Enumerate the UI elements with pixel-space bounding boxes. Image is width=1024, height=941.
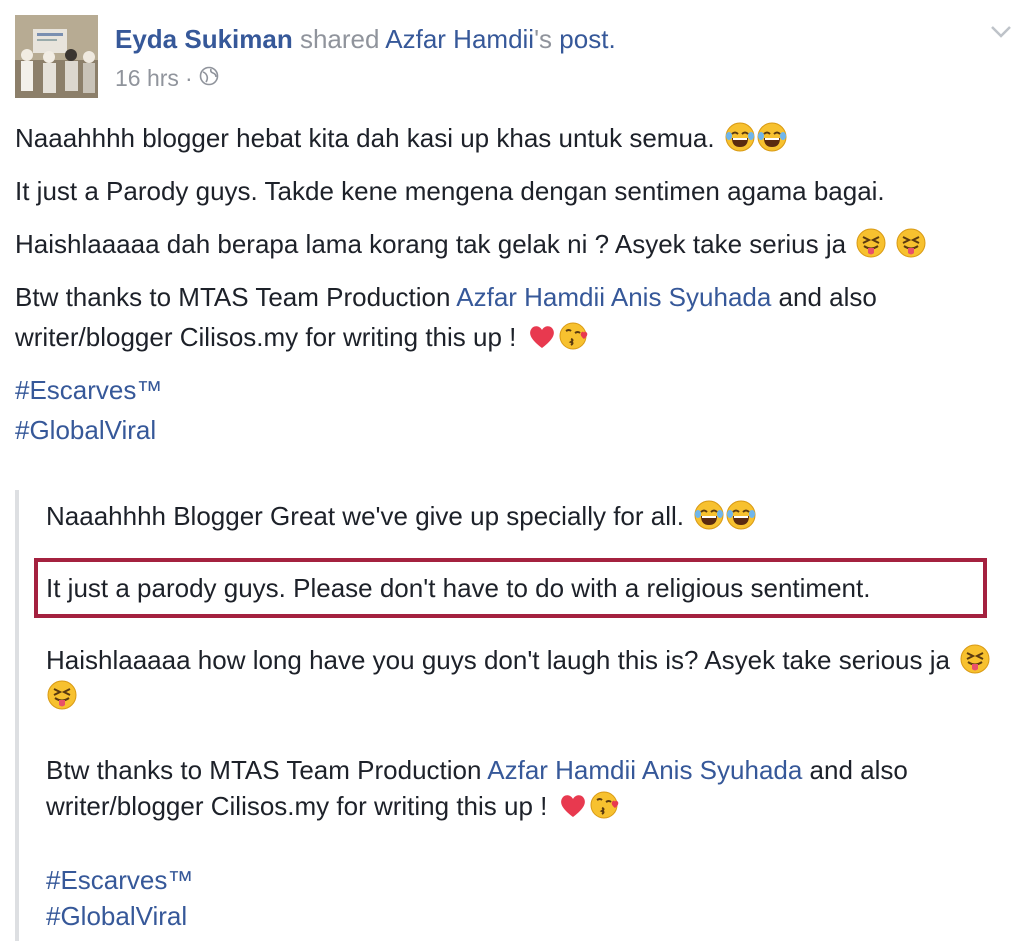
post-paragraph: It just a Parody guys. Takde kene mengen… <box>15 171 1010 211</box>
tears-of-joy-emoji <box>693 499 725 531</box>
translation-line: Haishlaaaaa how long have you guys don't… <box>46 642 1011 714</box>
post-header: Eyda Sukiman shared Azfar Hamdii's post.… <box>15 15 1015 100</box>
translation-line: Naaahhhh Blogger Great we've give up spe… <box>46 498 1011 534</box>
shared-label: shared <box>299 24 380 54</box>
post-title-line: Eyda Sukiman shared Azfar Hamdii's post. <box>115 23 616 55</box>
post-meta: 16 hrs · <box>115 65 219 92</box>
translation-line: It just a parody guys. Please don't have… <box>46 570 1011 606</box>
post-text: Btw thanks to MTAS Team Production <box>15 282 457 312</box>
tears-of-joy-emoji <box>756 121 788 153</box>
translation-text: Naaahhhh Blogger Great we've give up spe… <box>46 501 684 531</box>
translation-text: Haishlaaaaa how long have you guys don't… <box>46 645 950 675</box>
hashtag-globalviral-link[interactable]: #GlobalViral <box>15 410 1010 450</box>
blowing-kiss-emoji <box>558 320 590 352</box>
hashtag-list: #Escarves™ #GlobalViral <box>46 862 1011 934</box>
timestamp-link[interactable]: 16 hrs <box>115 65 179 92</box>
avatar[interactable] <box>15 15 98 98</box>
tears-of-joy-emoji <box>724 121 756 153</box>
mention-azfar-link[interactable]: Azfar Hamdii <box>487 755 636 785</box>
post-paragraph: Btw thanks to MTAS Team Production Azfar… <box>15 277 1010 357</box>
blowing-kiss-emoji <box>589 789 621 821</box>
post-body: Naaahhhh blogger hebat kita dah kasi up … <box>15 118 1010 450</box>
chevron-down-icon[interactable] <box>987 19 1015 43</box>
mention-anis-link[interactable]: Anis Syuhada <box>611 282 771 312</box>
translation-line: Btw thanks to MTAS Team Production Azfar… <box>46 752 1011 824</box>
globe-icon[interactable] <box>199 65 219 92</box>
tongue-wink-emoji <box>855 227 887 259</box>
post-paragraph: Naaahhhh blogger hebat kita dah kasi up … <box>15 118 1010 158</box>
hashtag-escarves-link[interactable]: #Escarves™ <box>46 862 1011 898</box>
original-author-link[interactable]: Azfar Hamdii <box>385 24 534 54</box>
tongue-wink-emoji <box>46 679 78 711</box>
post-text: It just a Parody guys. Takde kene mengen… <box>15 176 885 206</box>
translation-text: Btw thanks to MTAS Team Production <box>46 755 488 785</box>
translation-block: Naaahhhh Blogger Great we've give up spe… <box>15 490 1015 941</box>
post-text: Naaahhhh blogger hebat kita dah kasi up … <box>15 123 715 153</box>
post-link[interactable]: post. <box>559 24 615 54</box>
meta-separator: · <box>184 65 193 91</box>
tears-of-joy-emoji <box>725 499 757 531</box>
red-heart-emoji <box>526 320 558 352</box>
hashtag-list: #Escarves™ #GlobalViral <box>15 370 1010 450</box>
post-text: Haishlaaaaa dah berapa lama korang tak g… <box>15 229 847 259</box>
hashtag-escarves-link[interactable]: #Escarves™ <box>15 370 1010 410</box>
post-paragraph: Haishlaaaaa dah berapa lama korang tak g… <box>15 224 1010 264</box>
tongue-wink-emoji <box>959 643 991 675</box>
translation-text: It just a parody guys. Please don't have… <box>46 573 871 603</box>
red-heart-emoji <box>557 789 589 821</box>
mention-azfar-link[interactable]: Azfar Hamdii <box>456 282 605 312</box>
hashtag-globalviral-link[interactable]: #GlobalViral <box>46 898 1011 934</box>
tongue-wink-emoji <box>895 227 927 259</box>
possessive-label: 's <box>534 24 553 54</box>
mention-anis-link[interactable]: Anis Syuhada <box>642 755 802 785</box>
author-name-link[interactable]: Eyda Sukiman <box>115 24 293 54</box>
